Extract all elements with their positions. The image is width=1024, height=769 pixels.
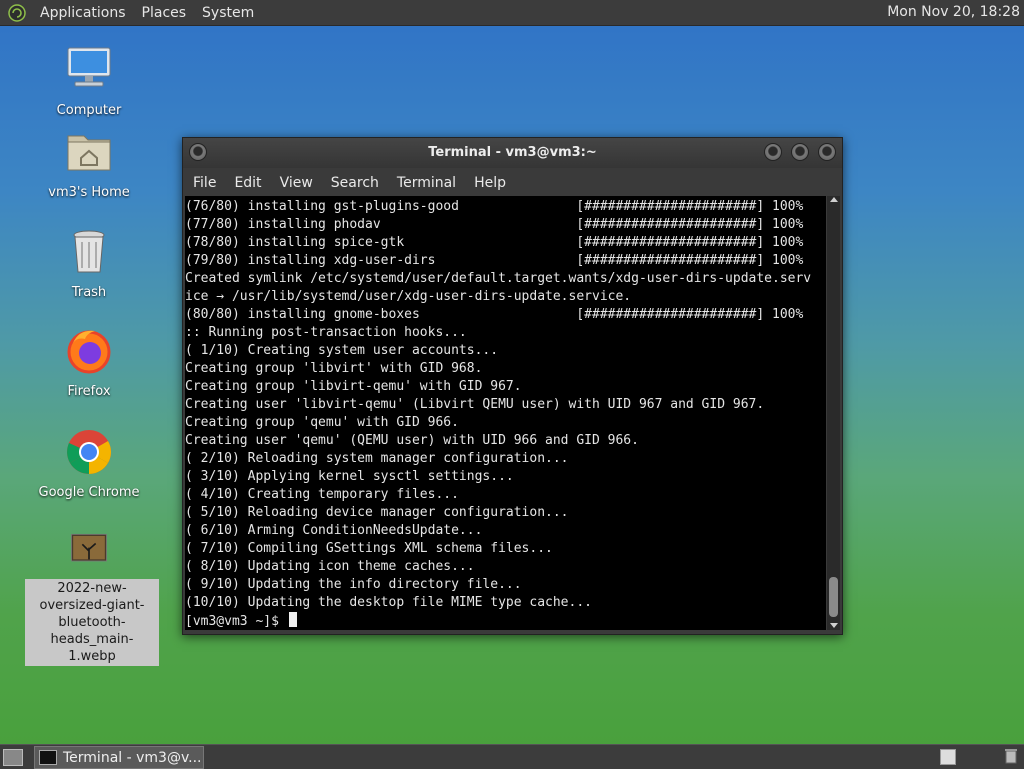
maximize-button[interactable]	[791, 143, 809, 161]
scroll-up-arrow-icon[interactable]	[830, 197, 838, 202]
taskbar-terminal-button[interactable]: Terminal - vm3@v...	[34, 746, 204, 769]
menu-view[interactable]: View	[270, 175, 321, 191]
terminal-line: ( 2/10) Reloading system manager configu…	[185, 451, 569, 466]
terminal-line: ice → /usr/lib/systemd/user/xdg-user-dir…	[185, 289, 632, 304]
desktop-icon-label: Trash	[71, 285, 107, 300]
image-file-icon	[71, 533, 107, 562]
terminal-line: (76/80) installing gst-plugins-good [###…	[185, 199, 804, 214]
taskbar-terminal-label: Terminal - vm3@v...	[63, 749, 202, 766]
terminal-titlebar[interactable]: Terminal - vm3@vm3:~	[183, 138, 842, 168]
system-menu[interactable]: System	[194, 5, 262, 21]
close-button[interactable]	[818, 143, 836, 161]
places-menu[interactable]: Places	[134, 5, 195, 21]
distro-logo-icon[interactable]	[8, 3, 26, 22]
desktop-icon-label: Computer	[56, 103, 122, 118]
menu-file[interactable]: File	[183, 175, 224, 191]
terminal-line: Created symlink /etc/systemd/user/defaul…	[185, 271, 812, 286]
desktop-icon-home[interactable]: vm3's Home	[29, 128, 149, 201]
clock[interactable]: Mon Nov 20, 18:28	[887, 4, 1020, 20]
firefox-icon	[67, 330, 111, 374]
terminal-line: Creating group 'libvirt' with GID 968.	[185, 361, 483, 376]
terminal-line: Creating group 'libvirt-qemu' with GID 9…	[185, 379, 522, 394]
chrome-icon	[67, 430, 111, 474]
desktop-icon-label: vm3's Home	[48, 185, 130, 200]
terminal-line: (10/10) Updating the desktop file MIME t…	[185, 595, 592, 610]
menu-edit[interactable]: Edit	[224, 175, 269, 191]
terminal-window[interactable]: Terminal - vm3@vm3:~ File Edit View Sear…	[182, 137, 843, 635]
desktop-icon-label: Firefox	[67, 384, 111, 399]
terminal-line: (77/80) installing phodav [#############…	[185, 217, 804, 232]
desktop-icon-chrome[interactable]: Google Chrome	[29, 428, 149, 501]
terminal-lines: (76/80) installing gst-plugins-good [###…	[185, 198, 811, 630]
terminal-line: Creating group 'qemu' with GID 966.	[185, 415, 459, 430]
terminal-prompt: [vm3@vm3 ~]$	[185, 614, 287, 629]
terminal-line: ( 7/10) Compiling GSettings XML schema f…	[185, 541, 553, 556]
desktop-icon-image-file[interactable]: 2022-new-oversized-giant-bluetooth-heads…	[25, 531, 159, 666]
minimize-button[interactable]	[764, 143, 782, 161]
terminal-line: ( 3/10) Applying kernel sysctl settings.…	[185, 469, 514, 484]
top-panel: Applications Places System Mon Nov 20, 1…	[0, 0, 1024, 26]
menu-help[interactable]: Help	[464, 175, 514, 191]
terminal-icon	[39, 750, 57, 765]
show-desktop-icon[interactable]	[3, 749, 23, 766]
terminal-line: ( 5/10) Reloading device manager configu…	[185, 505, 569, 520]
terminal-menubar: File Edit View Search Terminal Help	[183, 170, 842, 196]
terminal-line: (80/80) installing gnome-boxes [########…	[185, 307, 804, 322]
menu-search[interactable]: Search	[321, 175, 387, 191]
workspace-switcher[interactable]	[940, 749, 956, 765]
terminal-prompt-line[interactable]: [vm3@vm3 ~]$	[185, 612, 811, 630]
terminal-line: (78/80) installing spice-gtk [##########…	[185, 235, 804, 250]
scrollbar-thumb[interactable]	[829, 577, 838, 617]
computer-icon	[67, 47, 111, 87]
panel-trash-icon[interactable]	[1004, 748, 1018, 764]
terminal-output[interactable]: (76/80) installing gst-plugins-good [###…	[185, 196, 826, 630]
terminal-cursor	[288, 612, 297, 627]
desktop-icon-label: 2022-new-oversized-giant-bluetooth-heads…	[25, 579, 159, 666]
terminal-line: ( 8/10) Updating icon theme caches...	[185, 559, 475, 574]
menu-terminal[interactable]: Terminal	[387, 175, 464, 191]
desktop-icon-computer[interactable]: Computer	[29, 46, 149, 119]
terminal-line: (79/80) installing xdg-user-dirs [######…	[185, 253, 804, 268]
trash-icon	[73, 230, 105, 273]
applications-menu[interactable]: Applications	[32, 5, 134, 21]
terminal-line: ( 1/10) Creating system user accounts...	[185, 343, 499, 358]
terminal-line: :: Running post-transaction hooks...	[185, 325, 467, 340]
terminal-line: Creating user 'libvirt-qemu' (Libvirt QE…	[185, 397, 765, 412]
terminal-line: ( 6/10) Arming ConditionNeedsUpdate...	[185, 523, 483, 538]
terminal-line: ( 4/10) Creating temporary files...	[185, 487, 459, 502]
desktop-icon-label: Google Chrome	[38, 485, 140, 500]
home-folder-icon	[67, 135, 111, 171]
terminal-scrollbar[interactable]	[827, 196, 840, 630]
terminal-line: ( 9/10) Updating the info directory file…	[185, 577, 522, 592]
bottom-panel: Terminal - vm3@v...	[0, 744, 1024, 769]
desktop-icon-firefox[interactable]: Firefox	[29, 327, 149, 400]
desktop-icon-trash[interactable]: Trash	[29, 228, 149, 301]
terminal-title: Terminal - vm3@vm3:~	[428, 145, 597, 160]
terminal-line: Creating user 'qemu' (QEMU user) with UI…	[185, 433, 639, 448]
scroll-down-arrow-icon[interactable]	[830, 623, 838, 628]
